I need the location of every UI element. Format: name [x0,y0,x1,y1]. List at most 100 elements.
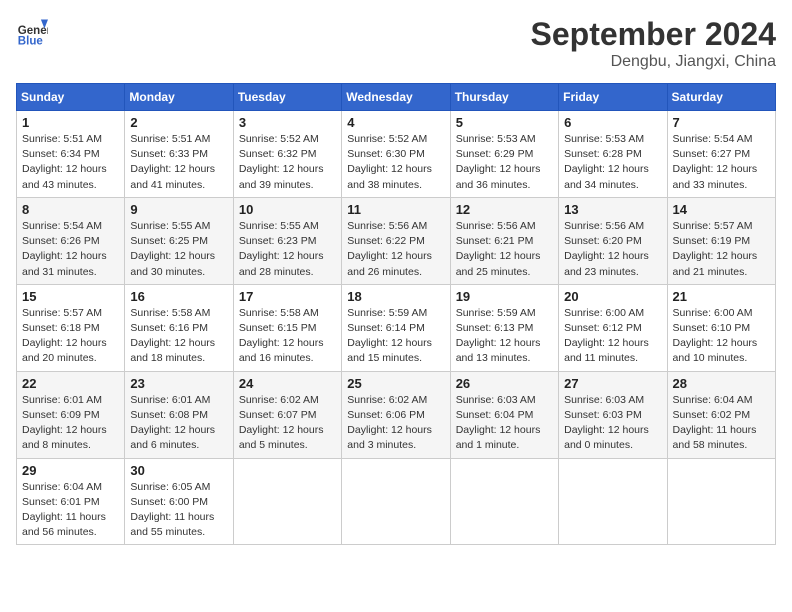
svg-text:Blue: Blue [18,35,44,47]
calendar-cell: 5Sunrise: 5:53 AM Sunset: 6:29 PM Daylig… [450,111,558,198]
day-info: Sunrise: 5:58 AM Sunset: 6:16 PM Dayligh… [130,306,227,367]
day-number: 4 [347,115,444,130]
calendar-cell: 20Sunrise: 6:00 AM Sunset: 6:12 PM Dayli… [559,284,667,371]
calendar-cell: 13 Sunrise: 5:56 AM Sunset: 6:20 PM Dayli… [559,197,667,284]
calendar-cell: 22 Sunrise: 6:01 AM Sunset: 6:09 PM Dayli… [17,371,125,458]
day-number: 25 [347,376,444,391]
day-number: 16 [130,289,227,304]
day-info: Sunrise: 5:52 AM Sunset: 6:32 PM Dayligh… [239,132,336,193]
calendar-cell: 14 Sunrise: 5:57 AM Sunset: 6:19 PM Dayli… [667,197,775,284]
calendar-cell: 28 Sunrise: 6:04 AM Sunset: 6:02 PM Dayli… [667,371,775,458]
day-info: Sunrise: 5:52 AM Sunset: 6:30 PM Dayligh… [347,132,444,193]
day-info: Sunrise: 6:02 AM Sunset: 6:06 PM Dayligh… [347,393,444,454]
calendar-cell: 11Sunrise: 5:56 AM Sunset: 6:22 PM Dayli… [342,197,450,284]
week-row-5: 29Sunrise: 6:04 AM Sunset: 6:01 PM Dayli… [17,458,776,545]
calendar-cell: 29Sunrise: 6:04 AM Sunset: 6:01 PM Dayli… [17,458,125,545]
day-info: Sunrise: 5:57 AM Sunset: 6:19 PM Dayligh… [673,219,770,280]
day-number: 9 [130,202,227,217]
day-info: Sunrise: 5:59 AM Sunset: 6:14 PM Dayligh… [347,306,444,367]
weekday-header-sunday: Sunday [17,84,125,111]
calendar-cell: 4 Sunrise: 5:52 AM Sunset: 6:30 PM Daylig… [342,111,450,198]
calendar-cell [559,458,667,545]
day-info: Sunrise: 6:00 AM Sunset: 6:10 PM Dayligh… [673,306,770,367]
day-info: Sunrise: 5:58 AM Sunset: 6:15 PM Dayligh… [239,306,336,367]
day-number: 11 [347,202,444,217]
day-number: 17 [239,289,336,304]
calendar-cell [342,458,450,545]
day-info: Sunrise: 6:03 AM Sunset: 6:04 PM Dayligh… [456,393,553,454]
calendar-cell: 12 Sunrise: 5:56 AM Sunset: 6:21 PM Dayli… [450,197,558,284]
day-number: 30 [130,463,227,478]
calendar-cell: 2 Sunrise: 5:51 AM Sunset: 6:33 PM Daylig… [125,111,233,198]
day-info: Sunrise: 6:05 AM Sunset: 6:00 PM Dayligh… [130,480,227,541]
day-number: 28 [673,376,770,391]
calendar-cell: 3Sunrise: 5:52 AM Sunset: 6:32 PM Daylig… [233,111,341,198]
day-number: 15 [22,289,119,304]
calendar-cell: 16 Sunrise: 5:58 AM Sunset: 6:16 PM Dayli… [125,284,233,371]
weekday-header-monday: Monday [125,84,233,111]
day-number: 26 [456,376,553,391]
day-info: Sunrise: 6:01 AM Sunset: 6:09 PM Dayligh… [22,393,119,454]
day-number: 29 [22,463,119,478]
day-info: Sunrise: 6:04 AM Sunset: 6:02 PM Dayligh… [673,393,770,454]
calendar-cell: 24 Sunrise: 6:02 AM Sunset: 6:07 PM Dayli… [233,371,341,458]
calendar-cell: 30 Sunrise: 6:05 AM Sunset: 6:00 PM Dayli… [125,458,233,545]
logo: General Blue [16,16,48,48]
day-info: Sunrise: 5:53 AM Sunset: 6:29 PM Dayligh… [456,132,553,193]
day-number: 12 [456,202,553,217]
calendar-cell [450,458,558,545]
day-number: 6 [564,115,661,130]
day-info: Sunrise: 5:54 AM Sunset: 6:27 PM Dayligh… [673,132,770,193]
week-row-2: 8Sunrise: 5:54 AM Sunset: 6:26 PM Daylig… [17,197,776,284]
day-number: 19 [456,289,553,304]
day-number: 27 [564,376,661,391]
day-info: Sunrise: 6:03 AM Sunset: 6:03 PM Dayligh… [564,393,661,454]
day-number: 1 [22,115,119,130]
calendar-cell: 23 Sunrise: 6:01 AM Sunset: 6:08 PM Dayli… [125,371,233,458]
day-info: Sunrise: 5:51 AM Sunset: 6:33 PM Dayligh… [130,132,227,193]
week-row-4: 22 Sunrise: 6:01 AM Sunset: 6:09 PM Dayli… [17,371,776,458]
day-info: Sunrise: 6:02 AM Sunset: 6:07 PM Dayligh… [239,393,336,454]
calendar-cell: 1 Sunrise: 5:51 AM Sunset: 6:34 PM Daylig… [17,111,125,198]
weekday-header-wednesday: Wednesday [342,84,450,111]
day-number: 23 [130,376,227,391]
day-number: 8 [22,202,119,217]
week-row-3: 15 Sunrise: 5:57 AM Sunset: 6:18 PM Dayli… [17,284,776,371]
calendar-cell: 27 Sunrise: 6:03 AM Sunset: 6:03 PM Dayli… [559,371,667,458]
day-info: Sunrise: 5:56 AM Sunset: 6:21 PM Dayligh… [456,219,553,280]
day-number: 7 [673,115,770,130]
day-number: 14 [673,202,770,217]
day-info: Sunrise: 5:57 AM Sunset: 6:18 PM Dayligh… [22,306,119,367]
calendar-cell [667,458,775,545]
day-number: 22 [22,376,119,391]
calendar-cell: 7 Sunrise: 5:54 AM Sunset: 6:27 PM Daylig… [667,111,775,198]
calendar-cell: 8Sunrise: 5:54 AM Sunset: 6:26 PM Daylig… [17,197,125,284]
weekday-header-tuesday: Tuesday [233,84,341,111]
day-info: Sunrise: 5:53 AM Sunset: 6:28 PM Dayligh… [564,132,661,193]
calendar-cell: 10Sunrise: 5:55 AM Sunset: 6:23 PM Dayli… [233,197,341,284]
weekday-header-thursday: Thursday [450,84,558,111]
calendar-cell: 17 Sunrise: 5:58 AM Sunset: 6:15 PM Dayli… [233,284,341,371]
logo-icon: General Blue [16,16,48,48]
calendar-cell: 25 Sunrise: 6:02 AM Sunset: 6:06 PM Dayli… [342,371,450,458]
day-info: Sunrise: 5:56 AM Sunset: 6:20 PM Dayligh… [564,219,661,280]
calendar-table: SundayMondayTuesdayWednesdayThursdayFrid… [16,83,776,545]
calendar-cell: 26 Sunrise: 6:03 AM Sunset: 6:04 PM Dayli… [450,371,558,458]
day-info: Sunrise: 5:51 AM Sunset: 6:34 PM Dayligh… [22,132,119,193]
day-info: Sunrise: 6:00 AM Sunset: 6:12 PM Dayligh… [564,306,661,367]
day-info: Sunrise: 5:59 AM Sunset: 6:13 PM Dayligh… [456,306,553,367]
title-block: September 2024 Dengbu, Jiangxi, China [531,16,776,71]
calendar-cell: 15 Sunrise: 5:57 AM Sunset: 6:18 PM Dayli… [17,284,125,371]
day-number: 13 [564,202,661,217]
month-title: September 2024 [531,16,776,53]
day-info: Sunrise: 5:55 AM Sunset: 6:25 PM Dayligh… [130,219,227,280]
calendar-cell [233,458,341,545]
day-number: 2 [130,115,227,130]
day-info: Sunrise: 6:01 AM Sunset: 6:08 PM Dayligh… [130,393,227,454]
weekday-header-friday: Friday [559,84,667,111]
weekday-header-saturday: Saturday [667,84,775,111]
location: Dengbu, Jiangxi, China [531,53,776,71]
calendar-cell: 21Sunrise: 6:00 AM Sunset: 6:10 PM Dayli… [667,284,775,371]
day-number: 24 [239,376,336,391]
page-header: General Blue September 2024 Dengbu, Jian… [16,16,776,71]
